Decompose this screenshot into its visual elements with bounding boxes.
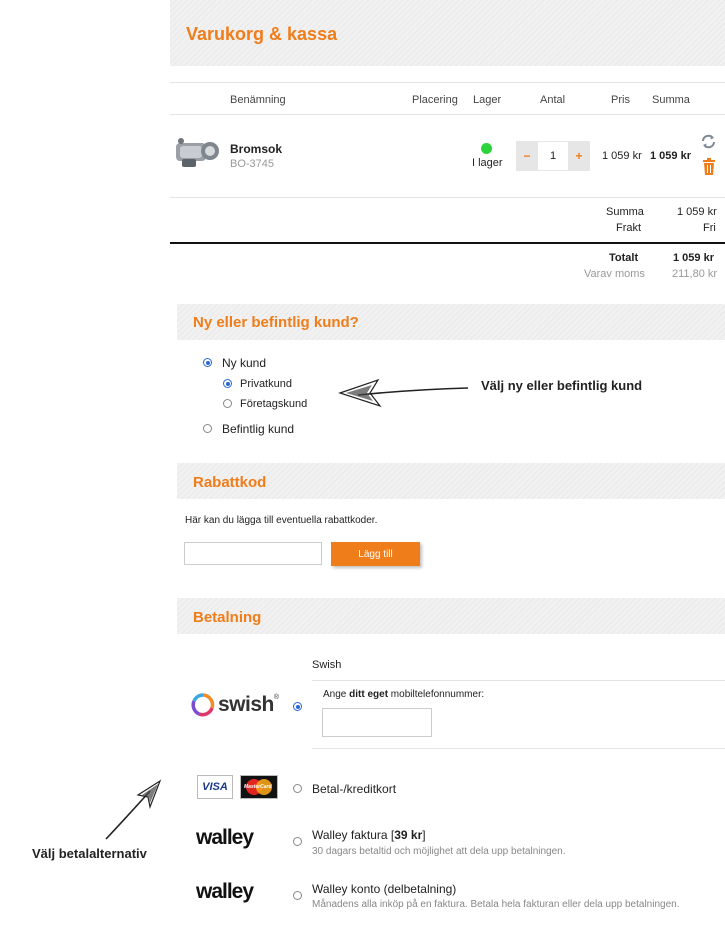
card-radio[interactable] <box>293 784 302 793</box>
summary-vat-value: 211,80 kr <box>672 268 718 280</box>
arrow-up-right-icon <box>102 779 164 841</box>
item-price: 1 059 kr <box>602 150 642 162</box>
company-customer-label[interactable]: Företagskund <box>240 398 307 410</box>
page-title: Varukorg & kassa <box>186 24 338 44</box>
private-customer-label[interactable]: Privatkund <box>240 378 292 390</box>
swish-divider <box>312 680 725 681</box>
col-header-name: Benämning <box>230 94 286 106</box>
discount-description: Här kan du lägga till eventuella rabattk… <box>185 515 378 526</box>
payment-section-title: Betalning <box>193 609 262 626</box>
company-customer-radio[interactable] <box>223 399 232 408</box>
payment-annotation: Välj betalalternativ <box>32 846 147 861</box>
qty-value: 1 <box>549 150 557 162</box>
product-image[interactable] <box>172 133 222 173</box>
registered-mark-icon: ® <box>273 694 280 701</box>
swish-logo-text: swish <box>218 693 274 716</box>
walley-invoice-logo[interactable]: walley <box>196 826 254 850</box>
new-customer-label[interactable]: Ny kund <box>222 356 266 370</box>
swish-symbol-icon <box>191 693 215 717</box>
walley-account-description: Månadens alla inköp på en faktura. Betal… <box>312 899 680 910</box>
summary-vat-label: Varav moms <box>584 268 645 280</box>
arrow-left-icon <box>338 376 470 408</box>
walley-invoice-title[interactable]: Walley faktura [39 kr] <box>312 828 426 842</box>
walley-invoice-description: 30 dagars betaltid och möjlighet att del… <box>312 846 566 857</box>
stock-label: I lager <box>472 157 503 169</box>
walley-invoice-title-pre: Walley faktura [ <box>312 828 395 842</box>
item-total: 1 059 kr <box>650 150 691 162</box>
col-header-placement: Placering <box>412 94 458 106</box>
card-label[interactable]: Betal-/kreditkort <box>312 782 396 796</box>
discount-section-title: Rabattkod <box>193 474 267 491</box>
col-header-price: Pris <box>611 94 630 106</box>
swish-phone-input[interactable] <box>322 708 432 737</box>
private-customer-radio[interactable] <box>223 379 232 388</box>
new-customer-radio[interactable] <box>203 358 212 367</box>
swish-logo[interactable]: swish ® <box>191 692 287 718</box>
discount-code-input[interactable] <box>184 542 322 565</box>
walley-invoice-title-post: ] <box>422 828 426 842</box>
qty-decrease-button[interactable]: − <box>516 141 538 171</box>
product-name[interactable]: Bromsok <box>230 142 282 156</box>
swish-title: Swish <box>312 659 342 671</box>
walley-invoice-radio[interactable] <box>293 837 302 846</box>
visa-logo-text: VISA <box>202 781 228 793</box>
col-header-sum: Summa <box>652 94 690 106</box>
summary-total-value: 1 059 kr <box>673 252 714 264</box>
col-header-stock: Lager <box>473 94 502 106</box>
summary-sum-label: Summa <box>606 206 644 218</box>
summary-total-label: Totalt <box>609 252 639 264</box>
walley-account-logo[interactable]: walley <box>196 880 254 904</box>
customer-annotation: Välj ny eller befintlig kund <box>481 378 643 393</box>
stock-indicator <box>481 143 492 154</box>
add-discount-label: Lägg till <box>358 548 393 560</box>
existing-customer-label[interactable]: Befintlig kund <box>222 422 294 436</box>
summary-total-divider <box>170 242 725 244</box>
walley-invoice-price: 39 kr <box>394 828 423 842</box>
visa-logo[interactable]: VISA <box>197 775 233 799</box>
swish-prompt-post: mobiltelefonnummer: <box>388 689 485 700</box>
trash-icon[interactable] <box>702 158 716 176</box>
walley-account-title[interactable]: Walley konto (delbetalning) <box>312 882 456 896</box>
cart-top-divider <box>170 82 725 83</box>
qty-input[interactable]: 1 <box>538 141 568 171</box>
customer-section-title: Ny eller befintlig kund? <box>193 314 359 331</box>
col-header-qty: Antal <box>540 94 566 106</box>
cart-header-divider <box>170 114 725 115</box>
swish-radio[interactable] <box>293 702 302 711</box>
swish-prompt-bold: ditt eget <box>349 689 389 700</box>
swish-prompt: Ange ditt eget mobiltelefonnummer: <box>323 689 484 700</box>
mastercard-logo-text: MasterCard <box>244 784 272 790</box>
add-discount-button[interactable]: Lägg till <box>331 542 420 566</box>
cart-row-divider <box>170 197 725 198</box>
summary-shipping-value: Fri <box>703 222 716 234</box>
walley-account-radio[interactable] <box>293 891 302 900</box>
summary-sum-value: 1 059 kr <box>677 206 717 218</box>
swish-bottom-divider <box>312 748 725 749</box>
product-sku: BO-3745 <box>230 158 275 170</box>
summary-shipping-label: Frakt <box>616 222 642 234</box>
qty-increase-button[interactable]: + <box>568 141 590 171</box>
existing-customer-radio[interactable] <box>203 424 212 433</box>
swish-prompt-pre: Ange <box>323 689 350 700</box>
refresh-icon[interactable] <box>700 133 717 150</box>
mastercard-logo[interactable]: MasterCard <box>240 775 278 799</box>
